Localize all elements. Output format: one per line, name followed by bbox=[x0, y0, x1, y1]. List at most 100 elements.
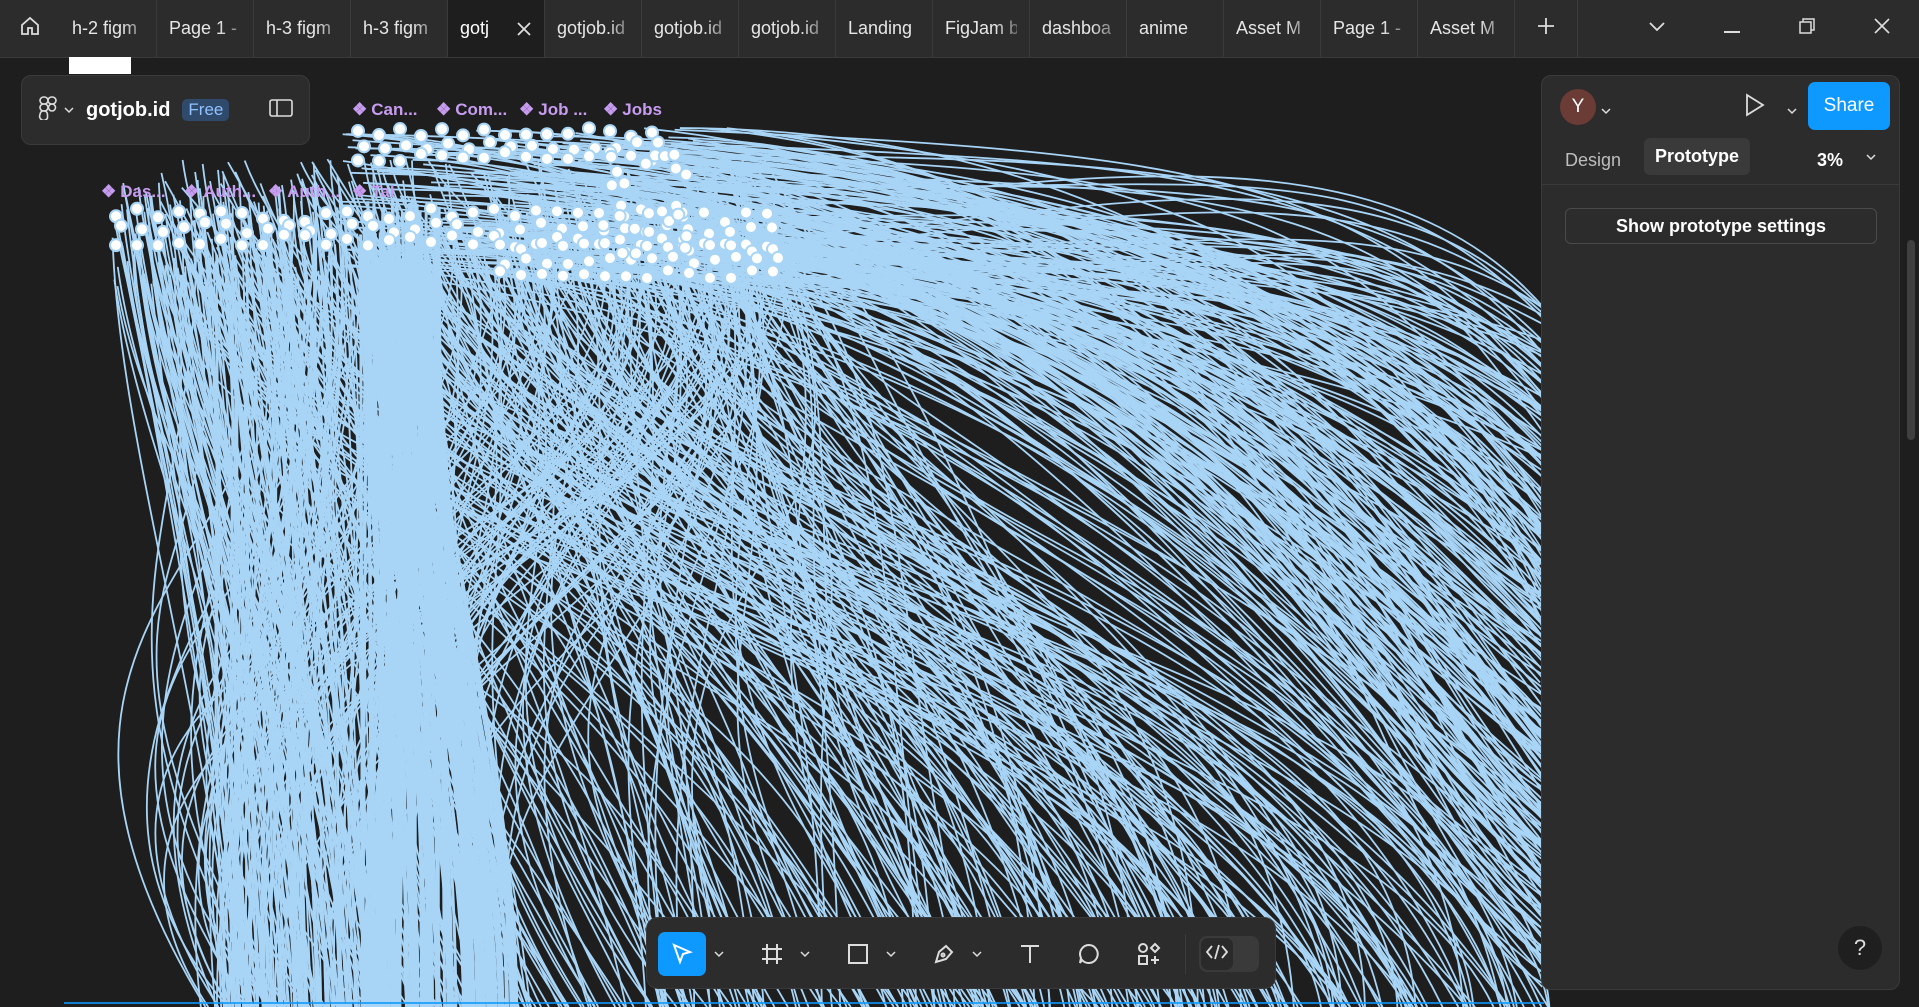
connection-node[interactable] bbox=[372, 154, 386, 169]
close-window-button[interactable] bbox=[1844, 0, 1919, 57]
chevron-down-icon[interactable] bbox=[1601, 102, 1611, 120]
text-tool-button[interactable] bbox=[1008, 932, 1052, 976]
avatar[interactable]: Y bbox=[1560, 89, 1596, 125]
connection-node[interactable] bbox=[382, 211, 396, 226]
connection-node[interactable] bbox=[641, 206, 656, 221]
connection-node[interactable] bbox=[640, 271, 654, 286]
connection-node[interactable] bbox=[645, 251, 659, 266]
browser-tab[interactable]: h-2 figm bbox=[60, 0, 157, 57]
connection-node[interactable] bbox=[750, 251, 764, 266]
tab-list-button[interactable] bbox=[1619, 0, 1694, 57]
connection-node[interactable] bbox=[679, 229, 694, 244]
tab-design[interactable]: Design bbox=[1565, 144, 1621, 177]
connection-node[interactable] bbox=[435, 122, 449, 137]
connection-node[interactable] bbox=[561, 126, 575, 141]
connection-node[interactable] bbox=[156, 224, 170, 239]
connection-node[interactable] bbox=[214, 231, 228, 246]
connection-node[interactable] bbox=[671, 207, 686, 222]
connection-node[interactable] bbox=[214, 204, 228, 219]
connection-node[interactable] bbox=[604, 149, 619, 164]
connection-node[interactable] bbox=[540, 127, 554, 142]
connection-node[interactable] bbox=[598, 269, 612, 284]
connection-node[interactable] bbox=[582, 149, 596, 164]
connection-node[interactable] bbox=[556, 238, 570, 253]
connection-node[interactable] bbox=[498, 145, 512, 160]
chevron-down-icon[interactable] bbox=[886, 945, 896, 963]
connection-node[interactable] bbox=[627, 221, 642, 236]
browser-tab[interactable]: gotjob.id bbox=[739, 0, 836, 57]
browser-tab[interactable]: gotjob.id bbox=[545, 0, 642, 57]
connection-node[interactable] bbox=[628, 246, 643, 261]
connection-node[interactable] bbox=[678, 240, 693, 255]
connection-node[interactable] bbox=[540, 151, 554, 166]
connection-node[interactable] bbox=[534, 215, 548, 230]
connection-node[interactable] bbox=[393, 153, 407, 168]
connection-node[interactable] bbox=[603, 251, 617, 266]
connection-node[interactable] bbox=[703, 238, 717, 253]
connection-node[interactable] bbox=[724, 238, 738, 253]
connection-node[interactable] bbox=[319, 237, 333, 252]
connection-node[interactable] bbox=[571, 205, 585, 220]
connection-node[interactable] bbox=[456, 128, 470, 143]
connection-node[interactable] bbox=[172, 235, 186, 250]
connection-node[interactable] bbox=[592, 206, 606, 221]
connection-node[interactable] bbox=[456, 150, 470, 165]
connection-node[interactable] bbox=[130, 238, 144, 253]
browser-tab[interactable]: Page 1 - bbox=[157, 0, 254, 57]
connection-node[interactable] bbox=[604, 178, 619, 193]
connection-node[interactable] bbox=[550, 204, 564, 219]
connection-node[interactable] bbox=[640, 238, 654, 253]
connection-node[interactable] bbox=[576, 219, 590, 234]
connection-node[interactable] bbox=[177, 220, 191, 235]
connection-node[interactable] bbox=[319, 206, 333, 221]
connection-node[interactable] bbox=[435, 148, 449, 163]
browser-tab-active[interactable]: gotj bbox=[448, 0, 545, 57]
comment-tool-button[interactable] bbox=[1067, 932, 1111, 976]
connection-node[interactable] bbox=[340, 231, 354, 246]
connection-node[interactable] bbox=[582, 121, 596, 136]
actions-button[interactable] bbox=[1127, 932, 1171, 976]
connection-node[interactable] bbox=[361, 238, 375, 253]
chevron-down-icon[interactable] bbox=[972, 945, 982, 963]
connection-node[interactable] bbox=[466, 237, 480, 252]
connection-node[interactable] bbox=[525, 138, 539, 153]
connection-node[interactable] bbox=[744, 220, 758, 235]
connection-node[interactable] bbox=[235, 205, 249, 220]
sidebar-toggle-button[interactable] bbox=[269, 98, 293, 123]
browser-tab[interactable]: Page 1 - bbox=[1321, 0, 1418, 57]
connection-node[interactable] bbox=[610, 164, 625, 179]
connection-node[interactable] bbox=[535, 236, 549, 251]
connection-node[interactable] bbox=[403, 209, 417, 224]
connection-node[interactable] bbox=[477, 150, 491, 165]
zoom-level[interactable]: 3% bbox=[1817, 144, 1843, 177]
browser-tab[interactable]: Asset M bbox=[1418, 0, 1515, 57]
connection-node[interactable] bbox=[582, 254, 596, 269]
chevron-down-icon[interactable] bbox=[714, 945, 724, 963]
connection-node[interactable] bbox=[703, 270, 717, 285]
connection-node[interactable] bbox=[477, 122, 491, 137]
connection-node[interactable] bbox=[366, 218, 380, 233]
connection-node[interactable] bbox=[340, 204, 354, 219]
move-tool-button[interactable] bbox=[658, 932, 706, 976]
connection-node[interactable] bbox=[483, 135, 497, 150]
connection-node[interactable] bbox=[466, 205, 480, 220]
connection-node[interactable] bbox=[403, 229, 417, 244]
connection-node[interactable] bbox=[613, 232, 627, 247]
connection-node[interactable] bbox=[617, 176, 632, 191]
chevron-down-icon[interactable] bbox=[1866, 148, 1876, 166]
connection-node[interactable] bbox=[513, 222, 527, 237]
connection-node[interactable] bbox=[130, 201, 144, 216]
connection-node[interactable] bbox=[256, 238, 270, 253]
new-tab-button[interactable] bbox=[1515, 0, 1578, 57]
tab-prototype[interactable]: Prototype bbox=[1644, 138, 1751, 175]
frame-label-com[interactable]: ❖ Com... bbox=[436, 100, 507, 120]
connection-node[interactable] bbox=[765, 220, 779, 235]
connection-node[interactable] bbox=[508, 209, 522, 224]
show-prototype-settings-button[interactable]: Show prototype settings bbox=[1565, 208, 1877, 244]
connection-node[interactable] bbox=[535, 266, 549, 281]
connection-node[interactable] bbox=[529, 203, 543, 218]
connection-node[interactable] bbox=[697, 205, 711, 220]
shape-tool-button[interactable] bbox=[836, 932, 880, 976]
connection-node[interactable] bbox=[771, 250, 785, 265]
chevron-down-icon[interactable] bbox=[800, 945, 810, 963]
